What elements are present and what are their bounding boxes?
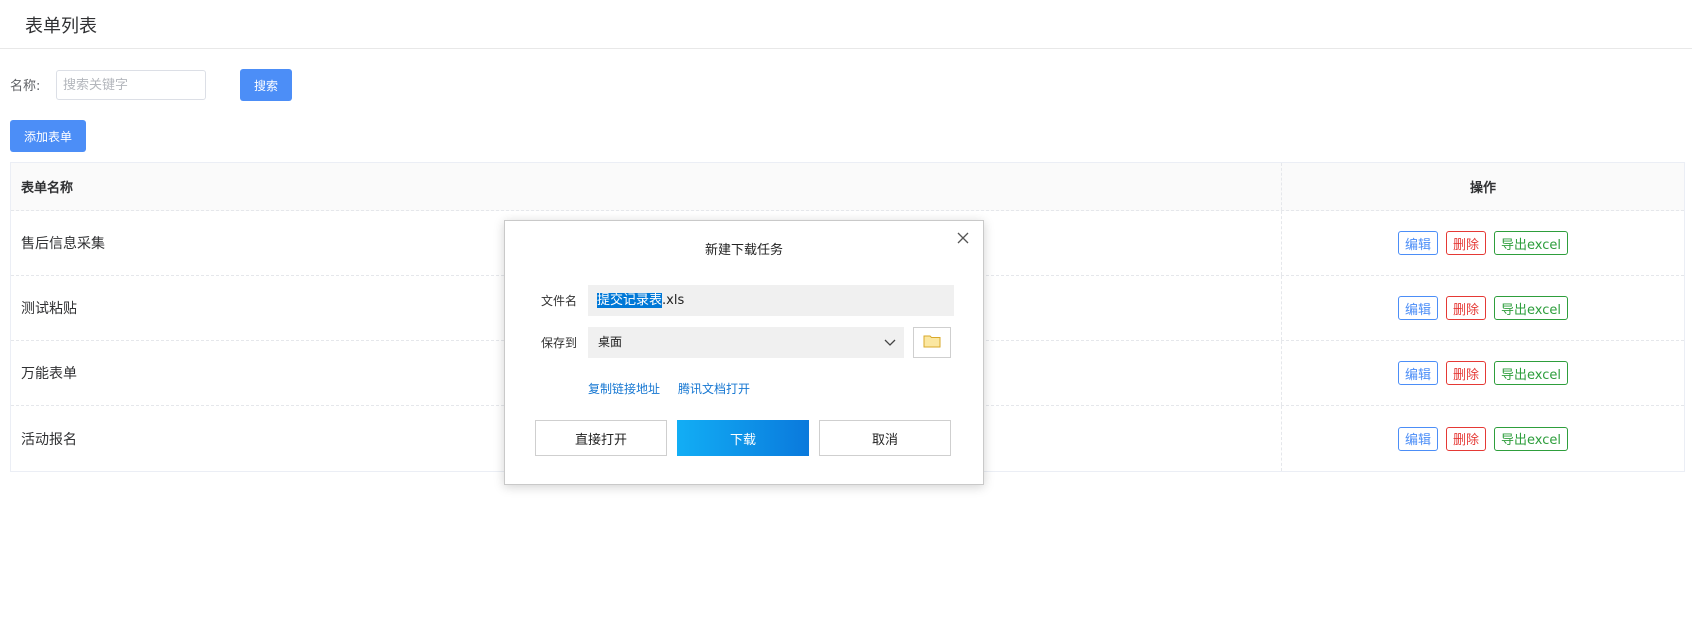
add-form-button[interactable]: 添加表单	[10, 120, 86, 152]
search-label: 名称:	[10, 79, 41, 94]
cancel-button[interactable]: 取消	[819, 420, 951, 456]
actions-cell: 编辑 删除 导出excel	[1282, 406, 1684, 471]
filename-input[interactable]: 提交记录表.xls	[588, 285, 954, 316]
edit-button[interactable]: 编辑	[1397, 296, 1438, 320]
browse-folder-button[interactable]	[913, 327, 951, 358]
chevron-down-icon	[884, 327, 896, 358]
table-header: 表单名称 操作	[11, 163, 1684, 211]
dialog-title: 新建下载任务	[704, 243, 783, 258]
delete-button[interactable]: 删除	[1446, 231, 1487, 255]
delete-button[interactable]: 删除	[1446, 296, 1487, 320]
actions-cell: 编辑 删除 导出excel	[1282, 341, 1684, 405]
edit-button[interactable]: 编辑	[1397, 426, 1438, 451]
search-button[interactable]: 搜索	[240, 69, 292, 101]
delete-button[interactable]: 删除	[1446, 361, 1487, 385]
page-title: 表单列表	[25, 16, 97, 37]
saveto-label: 保存到	[541, 336, 578, 350]
edit-button[interactable]: 编辑	[1397, 361, 1438, 385]
column-header-name: 表单名称	[11, 163, 1282, 210]
saveto-value: 桌面	[598, 335, 623, 349]
close-icon[interactable]	[953, 230, 973, 250]
delete-button[interactable]: 删除	[1446, 426, 1487, 451]
saveto-select[interactable]: 桌面	[588, 327, 904, 358]
export-excel-button[interactable]: 导出excel	[1494, 296, 1569, 320]
actions-cell: 编辑 删除 导出excel	[1282, 211, 1684, 275]
download-task-dialog: 新建下载任务 文件名 提交记录表.xls 保存到 桌面 复制链接地址 腾讯文档打…	[504, 220, 984, 485]
filename-selected-text: 提交记录表	[597, 293, 663, 308]
copy-link-link[interactable]: 复制链接地址	[588, 380, 660, 397]
export-excel-button[interactable]: 导出excel	[1494, 426, 1569, 451]
column-header-actions: 操作	[1469, 181, 1496, 196]
open-directly-button[interactable]: 直接打开	[535, 420, 667, 456]
export-excel-button[interactable]: 导出excel	[1494, 361, 1569, 385]
search-input[interactable]	[56, 70, 206, 100]
export-excel-button[interactable]: 导出excel	[1494, 231, 1569, 255]
filename-extension: .xls	[662, 293, 685, 308]
tencent-docs-open-link[interactable]: 腾讯文档打开	[678, 380, 750, 397]
actions-cell: 编辑 删除 导出excel	[1282, 276, 1684, 340]
edit-button[interactable]: 编辑	[1397, 231, 1438, 255]
filename-label: 文件名	[541, 294, 578, 308]
page-header: 表单列表	[0, 0, 1692, 49]
folder-icon	[923, 334, 941, 352]
download-button[interactable]: 下载	[677, 420, 809, 456]
